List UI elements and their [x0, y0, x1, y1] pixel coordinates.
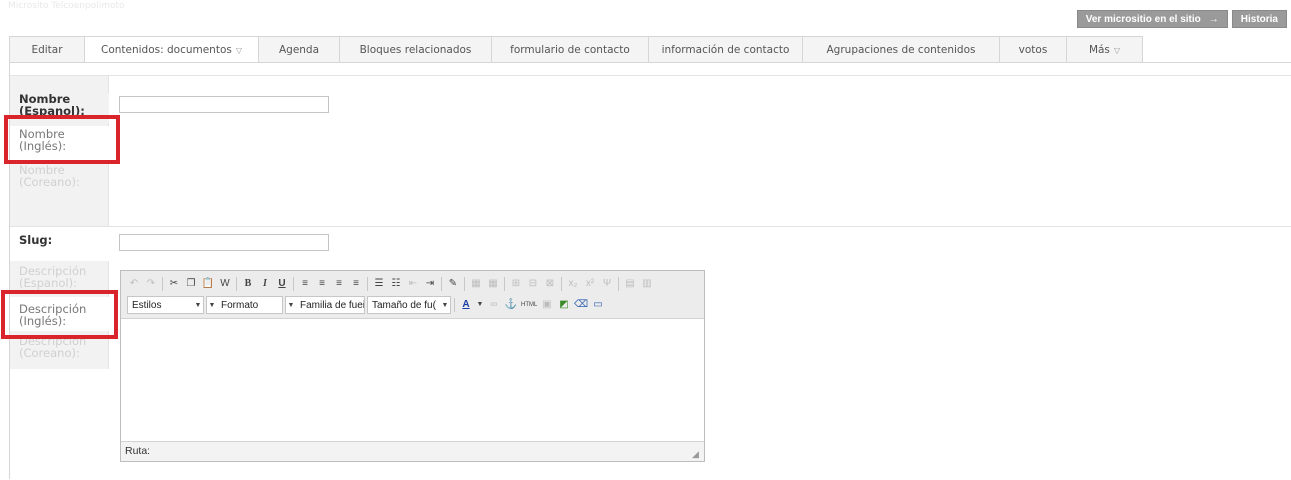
slug-input[interactable] — [119, 234, 329, 251]
link-icon[interactable]: ∞ — [487, 298, 501, 312]
format-select[interactable]: ▼ Formato — [206, 296, 283, 314]
toolbar-row-1: ↶ ↷ ✂ ❐ 📋 W B I U ≡ ≡ ≡ ≡ ☰ ☷ ⇤ ⇥ ✎ ▦ ▦ … — [127, 275, 657, 293]
chevron-down-icon: ▼ — [287, 301, 295, 309]
eraser-icon[interactable]: ⌫ — [574, 298, 588, 312]
language-tab-name-es[interactable]: Nombre (Espanol): — [10, 93, 109, 123]
table-props-icon[interactable]: ▦ — [486, 277, 500, 291]
slug-description-section: Slug: Descripción (Espanol): Descripción… — [10, 227, 1291, 480]
superscript-icon[interactable]: x² — [583, 277, 597, 291]
tab-formulario-contacto[interactable]: formulario de contacto — [491, 36, 648, 63]
copy-icon[interactable]: ❐ — [184, 277, 198, 291]
underline-icon[interactable]: U — [275, 277, 289, 291]
edit-source-icon[interactable]: ✎ — [446, 277, 460, 291]
bold-icon[interactable]: B — [241, 277, 255, 291]
redo-icon[interactable]: ↷ — [144, 277, 158, 291]
chevron-down-icon: ▽ — [235, 46, 243, 55]
rich-text-editor: ↶ ↷ ✂ ❐ 📋 W B I U ≡ ≡ ≡ ≡ ☰ ☷ ⇤ ⇥ ✎ ▦ ▦ … — [120, 270, 705, 462]
template-icon[interactable]: ▭ — [591, 298, 605, 312]
content-panel: Nombre (Espanol): Nombre (Inglés): Nombr… — [9, 62, 1291, 479]
view-site-button[interactable]: Ver micrositio en el sitio → — [1076, 10, 1228, 28]
tab-informacion-contacto[interactable]: información de contacto — [648, 36, 802, 63]
name-input[interactable] — [119, 96, 329, 113]
insert-image-icon[interactable]: ▣ — [540, 298, 554, 312]
anchor-icon[interactable]: ⚓ — [504, 298, 518, 312]
align-left-icon[interactable]: ≡ — [298, 277, 312, 291]
align-justify-icon[interactable]: ≡ — [349, 277, 363, 291]
arrow-right-icon: → — [1208, 14, 1219, 25]
tab-bloques-relacionados[interactable]: Bloques relacionados — [339, 36, 491, 63]
editor-toolbar: ↶ ↷ ✂ ❐ 📋 W B I U ≡ ≡ ≡ ≡ ☰ ☷ ⇤ ⇥ ✎ ▦ ▦ … — [121, 271, 704, 319]
font-family-select[interactable]: ▼ Familia de fuei — [285, 296, 365, 314]
special-char-icon[interactable]: Ψ — [600, 277, 614, 291]
align-center-icon[interactable]: ≡ — [315, 277, 329, 291]
chevron-down-icon: ▽ — [1113, 46, 1121, 55]
language-tab-name-ko[interactable]: Nombre (Coreano): — [10, 164, 109, 194]
numbered-list-icon[interactable]: ☷ — [389, 277, 403, 291]
language-tab-desc-en[interactable]: Descripción (Inglés): — [10, 297, 109, 331]
paste-icon[interactable]: 📋 — [201, 277, 215, 291]
html-icon[interactable]: HTML — [521, 298, 537, 312]
chevron-down-icon: ▼ — [194, 301, 202, 309]
resize-handle-icon[interactable]: ◢ — [692, 449, 702, 459]
path-label: Ruta: — [125, 445, 151, 457]
tab-agrupaciones[interactable]: Agrupaciones de contenidos — [802, 36, 999, 63]
indent-icon[interactable]: ⇥ — [423, 277, 437, 291]
name-section: Nombre (Espanol): Nombre (Inglés): Nombr… — [10, 75, 1291, 227]
font-size-select[interactable]: Tamaño de fu(▼ — [367, 296, 451, 314]
undo-icon[interactable]: ↶ — [127, 277, 141, 291]
tab-contenidos-documentos[interactable]: Contenidos: documentos ▽ — [84, 36, 258, 63]
cut-icon[interactable]: ✂ — [167, 277, 181, 291]
tab-agenda[interactable]: Agenda — [258, 36, 339, 63]
tab-editar[interactable]: Editar — [9, 36, 84, 63]
toolbar-row-2: Estilos ▼ ▼ Formato ▼ Familia de fuei Tamañ… — [127, 296, 608, 314]
delete-row-icon[interactable]: ⊟ — [526, 277, 540, 291]
slug-label: Slug: — [19, 233, 53, 247]
tab-mas[interactable]: Más ▽ — [1066, 36, 1143, 63]
history-button[interactable]: Historia — [1231, 10, 1287, 28]
chevron-down-icon: ▼ — [208, 301, 216, 309]
outdent-icon[interactable]: ⇤ — [406, 277, 420, 291]
merge-cells-icon[interactable]: ⊠ — [543, 277, 557, 291]
language-tab-desc-ko[interactable]: Descripción (Coreano): — [10, 335, 109, 363]
tab-votos[interactable]: votos — [999, 36, 1066, 63]
paste-word-icon[interactable]: W — [218, 277, 232, 291]
subscript-icon[interactable]: x₂ — [566, 277, 580, 291]
italic-icon[interactable]: I — [258, 277, 272, 291]
insert-row-icon[interactable]: ⊞ — [509, 277, 523, 291]
media-icon[interactable]: ◩ — [557, 298, 571, 312]
tab-bar: Editar Contenidos: documentos ▽ Agenda Bl… — [9, 36, 1143, 63]
chevron-down-icon: ▼ — [441, 301, 449, 309]
table-icon[interactable]: ▦ — [469, 277, 483, 291]
chevron-down-icon[interactable]: ▼ — [476, 298, 484, 312]
align-right-icon[interactable]: ≡ — [332, 277, 346, 291]
styles-select[interactable]: Estilos ▼ — [127, 296, 204, 314]
top-actions: Ver micrositio en el sitio → Historia — [1076, 10, 1287, 28]
font-color-icon[interactable]: A — [459, 298, 473, 312]
view-site-label: Ver micrositio en el sitio — [1085, 14, 1201, 25]
language-tab-name-en[interactable]: Nombre (Inglés): — [10, 126, 109, 160]
microsite-breadcrumb: Microsito Telcoenpolimoto — [8, 1, 125, 11]
editor-content-area[interactable] — [121, 320, 704, 440]
columns-icon[interactable]: ▤ — [623, 277, 637, 291]
language-tab-desc-es[interactable]: Descripción (Espanol): — [10, 265, 109, 291]
layout-icon[interactable]: ▥ — [640, 277, 654, 291]
bullet-list-icon[interactable]: ☰ — [372, 277, 386, 291]
editor-statusbar: Ruta: ◢ — [121, 441, 704, 461]
